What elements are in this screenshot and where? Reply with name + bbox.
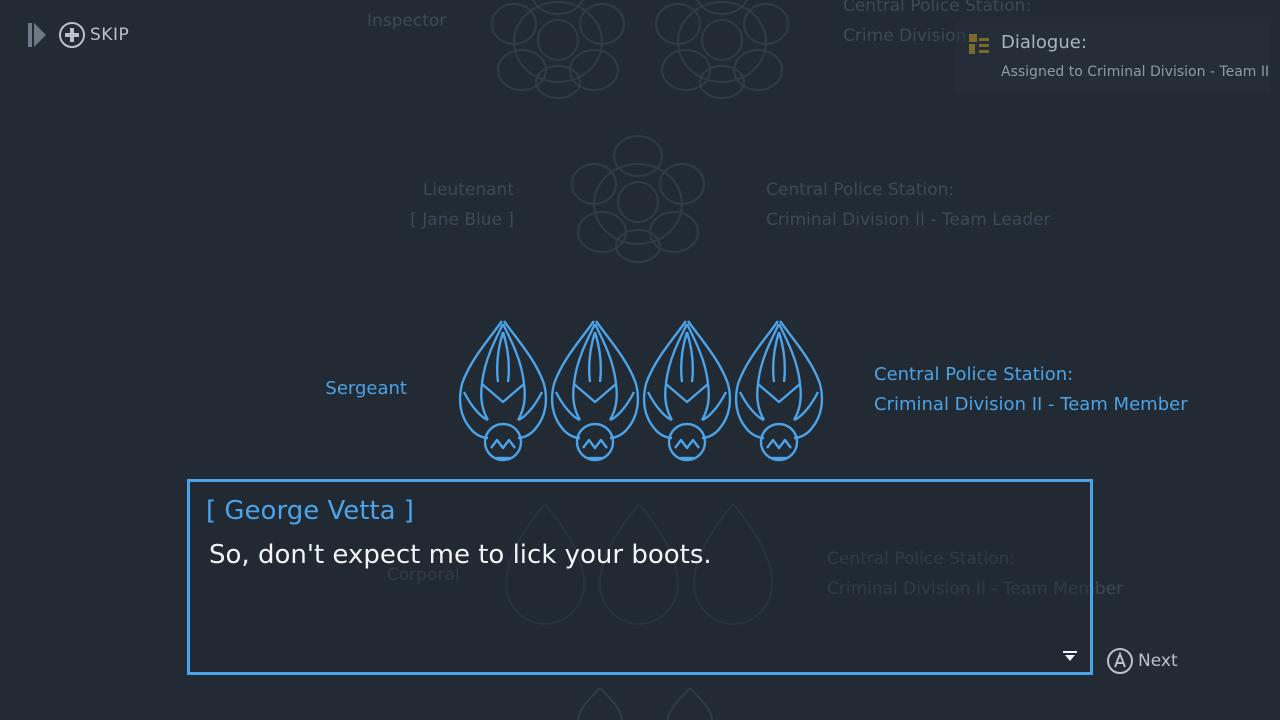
- inspector-station-line1: Central Police Station:: [843, 0, 1032, 16]
- inspector-flower-emblem-1: [491, 0, 625, 99]
- sergeant-insignia-icon-3: [642, 318, 732, 464]
- sergeant-station-line2: Criminal Division II - Team Member: [874, 394, 1188, 415]
- game-screen: Inspector Central Police Station: Crime …: [0, 0, 1280, 720]
- lieutenant-flower-emblem: [571, 135, 705, 263]
- dialogue-line: So, don't expect me to lick your boots.: [209, 540, 712, 570]
- skip-forward-icon: [28, 23, 46, 47]
- next-label: Next: [1138, 651, 1178, 671]
- dialogue-box[interactable]: [ George Vetta ] So, don't expect me to …: [187, 479, 1093, 675]
- private-badge-partial-1: [577, 687, 623, 720]
- objective-panel: Dialogue: Assigned to Criminal Division …: [955, 22, 1270, 92]
- sergeant-rank-label: Sergeant: [325, 378, 407, 399]
- sergeant-insignia-icon-2: [550, 318, 640, 464]
- next-button[interactable]: Next: [1106, 647, 1178, 675]
- private-badge-partial-2: [667, 687, 713, 720]
- objective-title: Dialogue:: [1001, 32, 1087, 53]
- advance-arrow-icon: [1063, 651, 1077, 661]
- sergeant-insignia-icon-1: [458, 318, 548, 464]
- inspector-flower-emblem-2: [655, 0, 789, 99]
- lieutenant-rank-label: Lieutenant: [422, 180, 514, 200]
- a-button-icon: [1107, 648, 1133, 674]
- skip-button[interactable]: SKIP: [26, 20, 129, 50]
- inspector-station-line2: Crime Division: [843, 26, 967, 46]
- plus-button-icon: [59, 22, 85, 48]
- objective-text: Assigned to Criminal Division - Team II: [1001, 64, 1270, 80]
- skip-label: SKIP: [90, 25, 130, 45]
- inspector-rank-label: Inspector: [367, 11, 447, 31]
- document-icon: [969, 34, 989, 54]
- lieutenant-station-line2: Criminal Division II - Team Leader: [766, 210, 1051, 230]
- lieutenant-name-label: [ Jane Blue ]: [410, 210, 514, 230]
- speaker-name: [ George Vetta ]: [206, 496, 414, 526]
- sergeant-station-line1: Central Police Station:: [874, 364, 1074, 385]
- lieutenant-station-line1: Central Police Station:: [766, 180, 955, 200]
- sergeant-insignia-icon-4: [734, 318, 824, 464]
